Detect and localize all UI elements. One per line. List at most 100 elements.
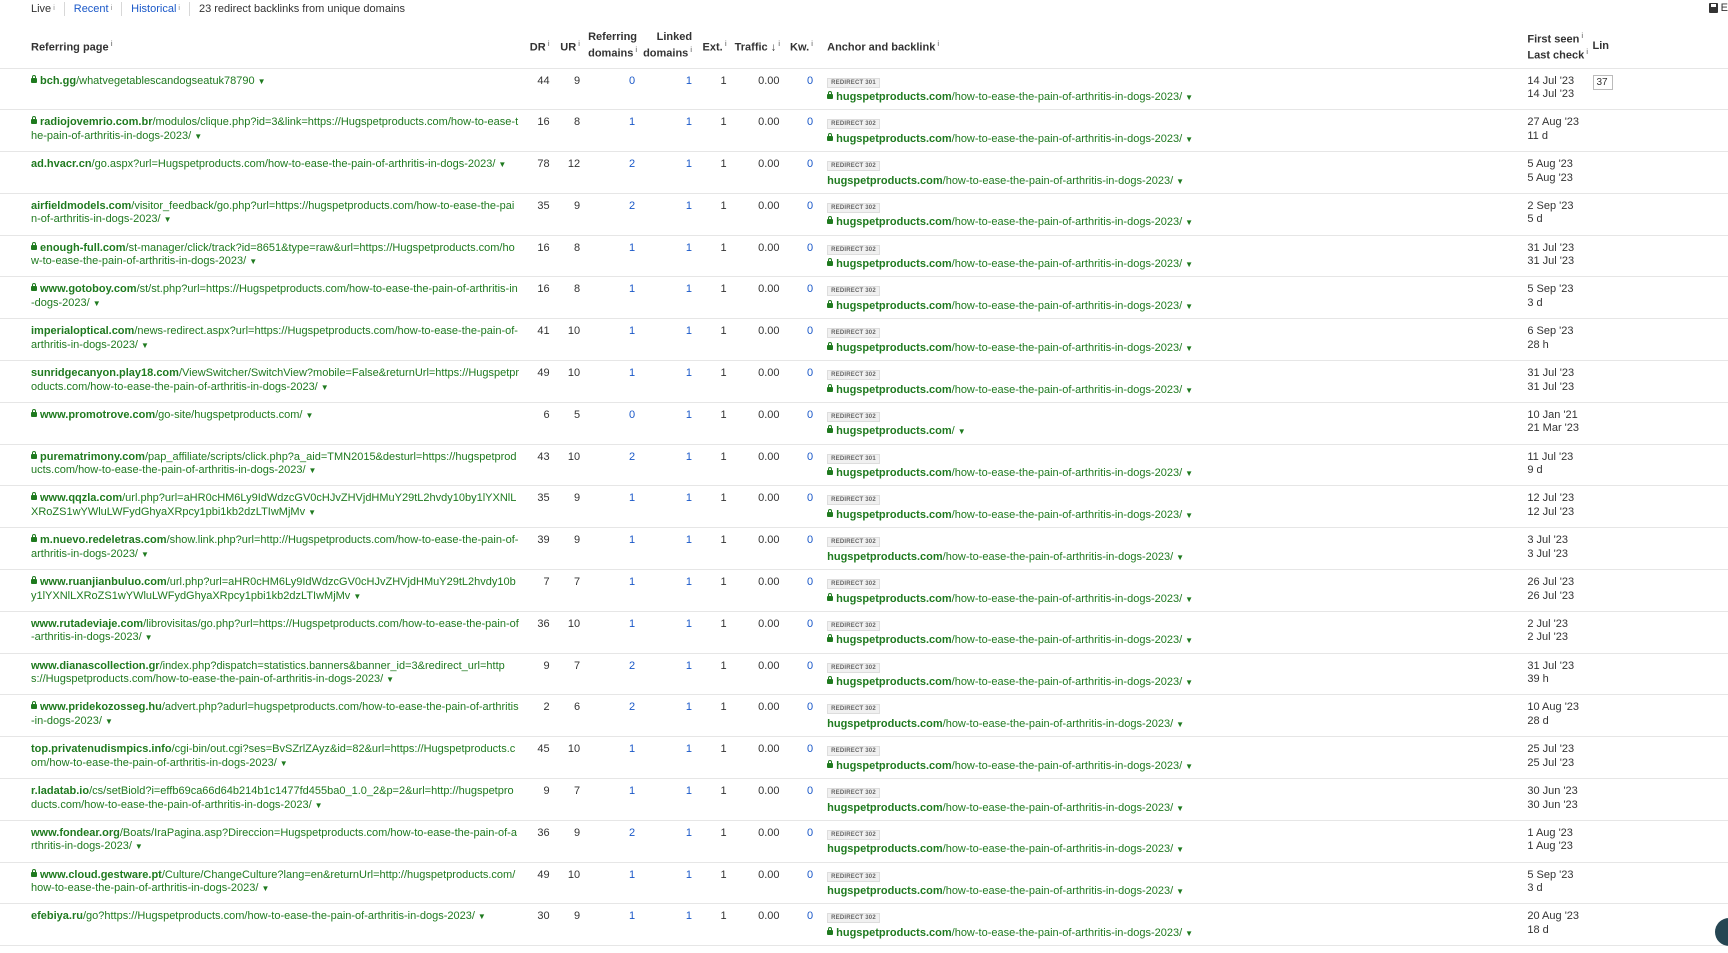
col-referring-domains[interactable]: Referring domains i [584,25,640,69]
chevron-down-icon[interactable]: ▼ [1185,218,1193,227]
chevron-down-icon[interactable]: ▼ [258,77,266,86]
tab-live[interactable]: Live i [0,1,65,16]
backlink-target[interactable]: hugspetproducts.com/how-to-ease-the-pain… [827,258,1519,272]
keywords-value[interactable]: 0 [783,485,818,529]
referring-domains-value[interactable]: 1 [584,527,640,571]
backlink-target[interactable]: hugspetproducts.com/how-to-ease-the-pain… [827,341,1519,356]
referring-domains-value[interactable]: 0 [584,402,640,445]
linked-domains-value[interactable]: 1 [639,193,697,236]
chevron-down-icon[interactable]: ▼ [1185,135,1193,144]
referring-page-link[interactable]: www.promotrove.com/go-site/hugspetproduc… [31,408,302,421]
chevron-down-icon[interactable]: ▼ [280,759,288,768]
backlink-target[interactable]: hugspetproducts.com/how-to-ease-the-pain… [827,467,1519,481]
keywords-value[interactable]: 0 [783,736,818,780]
linked-domains-value[interactable]: 1 [639,68,697,111]
backlink-target[interactable]: hugspetproducts.com/how-to-ease-the-pain… [827,926,1519,941]
linked-domains-value[interactable]: 1 [639,402,697,445]
chevron-down-icon[interactable]: ▼ [1176,553,1184,562]
backlink-target[interactable]: hugspetproducts.com/how-to-ease-the-pain… [827,676,1519,690]
linked-domains-value[interactable]: 1 [639,151,697,194]
chevron-down-icon[interactable]: ▼ [478,912,486,921]
keywords-value[interactable]: 0 [783,527,818,571]
chevron-down-icon[interactable]: ▼ [1176,720,1184,729]
referring-page-link[interactable]: www.rutadeviaje.com/librovisitas/go.php?… [31,618,519,644]
backlink-target[interactable]: hugspetproducts.com/how-to-ease-the-pain… [827,551,1519,565]
backlink-target[interactable]: hugspetproducts.com/how-to-ease-the-pain… [827,216,1519,230]
chevron-down-icon[interactable]: ▼ [261,884,269,893]
referring-domains-value[interactable]: 1 [584,903,640,947]
tab-historical-label[interactable]: Historical [131,3,176,15]
referring-page-link[interactable]: purematrimony.com/pap_affiliate/scripts/… [31,450,517,476]
col-dr[interactable]: DR i [523,25,554,69]
col-linked-domains[interactable]: Linked domains i [639,25,697,69]
referring-domains-value[interactable]: 1 [584,611,640,654]
backlink-target[interactable]: hugspetproducts.com/how-to-ease-the-pain… [827,802,1519,816]
referring-page-link[interactable]: www.cloud.gestware.pt/Culture/ChangeCult… [31,868,515,894]
referring-page-link[interactable]: radiojovemrio.com.br/modulos/clique.php?… [31,116,518,142]
linked-domains-value[interactable]: 1 [639,903,697,947]
chevron-down-icon[interactable]: ▼ [386,675,394,684]
backlink-target[interactable]: hugspetproducts.com/how-to-ease-the-pain… [827,885,1519,899]
chevron-down-icon[interactable]: ▼ [498,160,506,169]
chevron-down-icon[interactable]: ▼ [958,427,966,436]
referring-domains-value[interactable]: 2 [584,444,640,487]
linked-domains-value[interactable]: 1 [639,527,697,571]
backlink-target[interactable]: hugspetproducts.com/how-to-ease-the-pain… [827,91,1519,105]
lin-field[interactable]: 37 [1592,74,1613,90]
referring-page-link[interactable]: enough-full.com/st-manager/click/track?i… [31,241,515,267]
referring-page-link[interactable]: top.privatenudismpics.info/cgi-bin/out.c… [31,743,515,769]
linked-domains-value[interactable]: 1 [639,318,697,362]
linked-domains-value[interactable]: 1 [639,360,697,403]
chevron-down-icon[interactable]: ▼ [1185,636,1193,645]
chevron-down-icon[interactable]: ▼ [1185,678,1193,687]
chevron-down-icon[interactable]: ▼ [164,215,172,224]
keywords-value[interactable]: 0 [783,444,818,487]
keywords-value[interactable]: 0 [783,360,818,403]
keywords-value[interactable]: 0 [783,68,818,111]
referring-page-link[interactable]: airfieldmodels.com/visitor_feedback/go.p… [31,200,514,226]
export-button[interactable]: E [1708,2,1728,14]
keywords-value[interactable]: 0 [783,778,818,821]
linked-domains-value[interactable]: 1 [639,276,697,320]
linked-domains-value[interactable]: 1 [639,444,697,487]
referring-domains-value[interactable]: 1 [584,276,640,320]
referring-page-link[interactable]: www.gotoboy.com/st/st.php?url=https://Hu… [31,283,518,309]
col-referring-page[interactable]: Referring page i [0,25,524,69]
linked-domains-value[interactable]: 1 [639,611,697,654]
chevron-down-icon[interactable]: ▼ [1185,260,1193,269]
chevron-down-icon[interactable]: ▼ [249,257,257,266]
keywords-value[interactable]: 0 [783,611,818,654]
col-first-seen[interactable]: First seen i Last check i [1523,25,1589,69]
linked-domains-value[interactable]: 1 [639,569,697,612]
backlink-target[interactable]: hugspetproducts.com/how-to-ease-the-pain… [827,132,1519,147]
chevron-down-icon[interactable]: ▼ [1176,177,1184,186]
referring-domains-value[interactable]: 1 [584,360,640,403]
linked-domains-value[interactable]: 1 [639,862,697,905]
referring-domains-value[interactable]: 2 [584,694,640,738]
referring-domains-value[interactable]: 0 [584,68,640,111]
keywords-value[interactable]: 0 [783,402,818,445]
referring-domains-value[interactable]: 2 [584,653,640,696]
chevron-down-icon[interactable]: ▼ [1176,804,1184,813]
chevron-down-icon[interactable]: ▼ [1185,93,1193,102]
backlink-target[interactable]: hugspetproducts.com/▼ [827,425,1519,439]
chevron-down-icon[interactable]: ▼ [1176,845,1184,854]
chevron-down-icon[interactable]: ▼ [1185,344,1193,353]
chevron-down-icon[interactable]: ▼ [1185,302,1193,311]
chevron-down-icon[interactable]: ▼ [308,508,316,517]
keywords-value[interactable]: 0 [783,653,818,696]
keywords-value[interactable]: 0 [783,694,818,738]
referring-domains-value[interactable]: 1 [584,736,640,780]
col-ur[interactable]: UR i [553,25,585,69]
referring-page-link[interactable]: sunridgecanyon.play18.com/ViewSwitcher/S… [31,367,519,393]
chevron-down-icon[interactable]: ▼ [315,801,323,810]
backlink-target[interactable]: hugspetproducts.com/how-to-ease-the-pain… [827,508,1519,523]
referring-domains-value[interactable]: 1 [584,569,640,612]
referring-domains-value[interactable]: 1 [584,318,640,362]
backlink-target[interactable]: hugspetproducts.com/how-to-ease-the-pain… [827,299,1519,314]
keywords-value[interactable]: 0 [783,151,818,194]
tab-historical[interactable]: Historical i [122,1,190,16]
referring-domains-value[interactable]: 2 [584,193,640,236]
referring-page-link[interactable]: efebiya.ru/go?https://Hugspetproducts.co… [31,910,475,922]
keywords-value[interactable]: 0 [783,820,818,863]
